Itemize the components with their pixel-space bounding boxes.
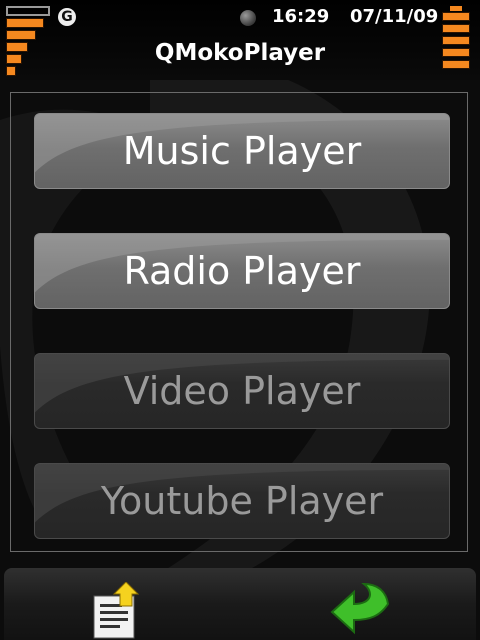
network-type-indicator: G (58, 8, 76, 26)
radio-player-label: Radio Player (123, 249, 361, 293)
app-title: QMokoPlayer (154, 40, 326, 66)
music-player-button[interactable]: Music Player (34, 113, 450, 189)
clock-time: 16:29 (272, 6, 330, 27)
bottom-toolbar (4, 568, 476, 640)
video-player-button[interactable]: Video Player (34, 353, 450, 429)
status-bar: G 16:29 07/11/09 QMokoPlayer (0, 0, 480, 80)
youtube-player-button[interactable]: Youtube Player (34, 463, 450, 539)
status-dot-icon (240, 10, 256, 26)
back-arrow-icon[interactable] (330, 582, 394, 638)
radio-player-button[interactable]: Radio Player (34, 233, 450, 309)
youtube-player-label: Youtube Player (100, 479, 384, 523)
document-upload-icon[interactable] (90, 582, 150, 640)
video-player-label: Video Player (123, 369, 361, 413)
music-player-label: Music Player (122, 129, 362, 173)
clock-date: 07/11/09 (350, 6, 439, 27)
